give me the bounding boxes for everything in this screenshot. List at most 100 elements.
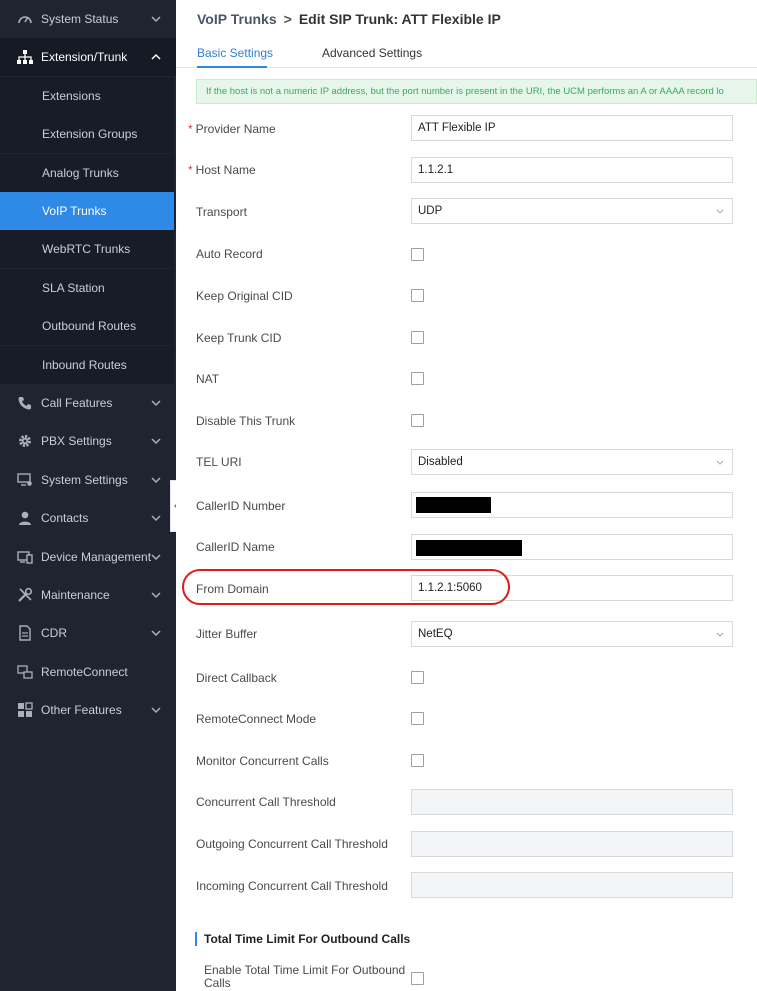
disable-trunk-checkbox[interactable]	[411, 414, 424, 427]
sidebar-item-maintenance[interactable]: Maintenance	[0, 576, 176, 614]
transport-label: Transport	[196, 205, 247, 219]
provider-name-label-text: Provider Name	[195, 122, 276, 136]
breadcrumb-separator: >	[283, 11, 292, 27]
breadcrumb: VoIP Trunks > Edit SIP Trunk: ATT Flexib…	[197, 11, 501, 27]
sidebar-subitem-label: VoIP Trunks	[42, 204, 107, 218]
host-name-input[interactable]: 1.1.2.1	[411, 157, 733, 183]
auto-record-label: Auto Record	[196, 247, 263, 261]
host-name-value: 1.1.2.1	[418, 164, 454, 176]
sidebar-item-label: PBX Settings	[41, 434, 112, 448]
tab-basic-settings[interactable]: Basic Settings	[197, 46, 273, 60]
provider-name-input[interactable]: ATT Flexible IP	[411, 115, 733, 141]
provider-name-value: ATT Flexible IP	[418, 122, 496, 134]
sidebar-item-label: System Settings	[41, 473, 128, 487]
sidebar-subitem-extension-groups[interactable]: Extension Groups	[0, 115, 174, 153]
sidebar-subitem-outbound-routes[interactable]: Outbound Routes	[0, 307, 174, 345]
nat-checkbox[interactable]	[411, 372, 424, 385]
sidebar-item-system-settings[interactable]: System Settings	[0, 461, 176, 499]
chevron-down-icon	[151, 477, 161, 484]
sidebar-subitem-webrtc-trunks[interactable]: WebRTC Trunks	[0, 230, 174, 268]
host-name-label: * Host Name	[188, 163, 256, 177]
sidebar-item-pbx-settings[interactable]: PBX Settings	[0, 422, 176, 460]
phone-icon	[16, 394, 34, 412]
sidebar-subitem-extensions[interactable]: Extensions	[0, 77, 174, 115]
sidebar-item-label: Extension/Trunk	[41, 50, 128, 64]
monitor-concurrent-calls-checkbox[interactable]	[411, 754, 424, 767]
remoteconnect-mode-checkbox[interactable]	[411, 712, 424, 725]
transport-value: UDP	[418, 205, 443, 217]
sidebar-subitem-sla-station[interactable]: SLA Station	[0, 269, 174, 307]
sidebar-subitem-label: Extensions	[42, 89, 101, 103]
active-tab-indicator	[197, 66, 267, 68]
tel-uri-select[interactable]: Disabled	[411, 449, 733, 475]
transport-select[interactable]: UDP	[411, 198, 733, 224]
incoming-concurrent-call-threshold-input[interactable]	[411, 872, 733, 898]
keep-original-cid-checkbox[interactable]	[411, 289, 424, 302]
monitor-concurrent-calls-label: Monitor Concurrent Calls	[196, 754, 329, 768]
sidebar-item-call-features[interactable]: Call Features	[0, 384, 176, 422]
tel-uri-value: Disabled	[418, 456, 463, 468]
concurrent-call-threshold-input[interactable]	[411, 789, 733, 815]
chevron-down-icon	[151, 16, 161, 23]
grid-icon	[16, 701, 34, 719]
sidebar-subitem-analog-trunks[interactable]: Analog Trunks	[0, 154, 174, 192]
sidebar-subitem-label: SLA Station	[42, 281, 105, 295]
enable-time-limit-label: Enable Total Time Limit For Outbound Cal…	[204, 963, 406, 990]
breadcrumb-parent-link[interactable]: VoIP Trunks	[197, 11, 277, 27]
sidebar-item-other-features[interactable]: Other Features	[0, 691, 176, 729]
redaction-bar	[416, 497, 491, 513]
keep-trunk-cid-checkbox[interactable]	[411, 331, 424, 344]
sidebar-subitem-label: WebRTC Trunks	[42, 242, 131, 256]
chevron-down-icon	[151, 707, 161, 714]
gear-icon	[16, 432, 34, 450]
callerid-number-label: CallerID Number	[196, 499, 286, 513]
sidebar-item-device-management[interactable]: Device Management	[0, 538, 176, 576]
info-notice: If the host is not a numeric IP address,…	[196, 79, 757, 104]
sidebar-item-label: Call Features	[41, 396, 113, 410]
jitter-buffer-select[interactable]: NetEQ	[411, 621, 733, 647]
chevron-down-icon	[151, 438, 161, 445]
callerid-number-input[interactable]	[411, 492, 733, 518]
device-icon	[16, 548, 34, 566]
person-icon	[16, 509, 34, 527]
sidebar-subitem-voip-trunks[interactable]: VoIP Trunks	[0, 192, 174, 230]
sidebar-item-remoteconnect[interactable]: RemoteConnect	[0, 653, 176, 691]
direct-callback-checkbox[interactable]	[411, 671, 424, 684]
sidebar-item-label: Contacts	[41, 511, 89, 525]
document-icon	[16, 624, 34, 642]
sidebar-item-label: RemoteConnect	[41, 665, 128, 679]
disable-trunk-label: Disable This Trunk	[196, 414, 296, 428]
sidebar-subitem-label: Outbound Routes	[42, 319, 137, 333]
section-title: Total Time Limit For Outbound Calls	[195, 932, 410, 946]
tel-uri-label: TEL URI	[196, 455, 242, 469]
sidebar-item-system-status[interactable]: System Status	[0, 0, 176, 38]
callerid-name-input[interactable]	[411, 534, 733, 560]
highlight-annotation	[182, 569, 510, 605]
required-marker: *	[188, 163, 193, 177]
sidebar-item-label: System Status	[41, 12, 119, 26]
sidebar-item-extension-trunk[interactable]: Extension/Trunk	[0, 38, 176, 76]
sidebar-item-label: CDR	[41, 626, 67, 640]
outgoing-concurrent-call-threshold-input[interactable]	[411, 831, 733, 857]
chevron-down-icon	[716, 632, 724, 637]
sidebar-item-contacts[interactable]: Contacts	[0, 499, 176, 537]
page-title: Edit SIP Trunk: ATT Flexible IP	[298, 11, 501, 27]
network-icon	[16, 48, 34, 66]
provider-name-label: * Provider Name	[188, 122, 276, 136]
tab-advanced-settings[interactable]: Advanced Settings	[322, 46, 422, 60]
sidebar-item-cdr[interactable]: CDR	[0, 614, 176, 652]
outgoing-concurrent-call-threshold-label: Outgoing Concurrent Call Threshold	[196, 837, 388, 851]
nat-label: NAT	[196, 372, 220, 386]
jitter-buffer-value: NetEQ	[418, 628, 453, 640]
enable-time-limit-checkbox[interactable]	[411, 972, 424, 985]
sidebar-subitem-label: Inbound Routes	[42, 358, 127, 372]
chevron-down-icon	[151, 592, 161, 599]
remoteconnect-mode-label: RemoteConnect Mode	[196, 712, 317, 726]
concurrent-call-threshold-label: Concurrent Call Threshold	[196, 795, 336, 809]
sidebar-subitem-inbound-routes[interactable]: Inbound Routes	[0, 346, 174, 384]
keep-trunk-cid-label: Keep Trunk CID	[196, 331, 282, 345]
chevron-down-icon	[151, 400, 161, 407]
sidebar-item-label: Device Management	[41, 550, 152, 564]
tools-icon	[16, 586, 34, 604]
auto-record-checkbox[interactable]	[411, 248, 424, 261]
